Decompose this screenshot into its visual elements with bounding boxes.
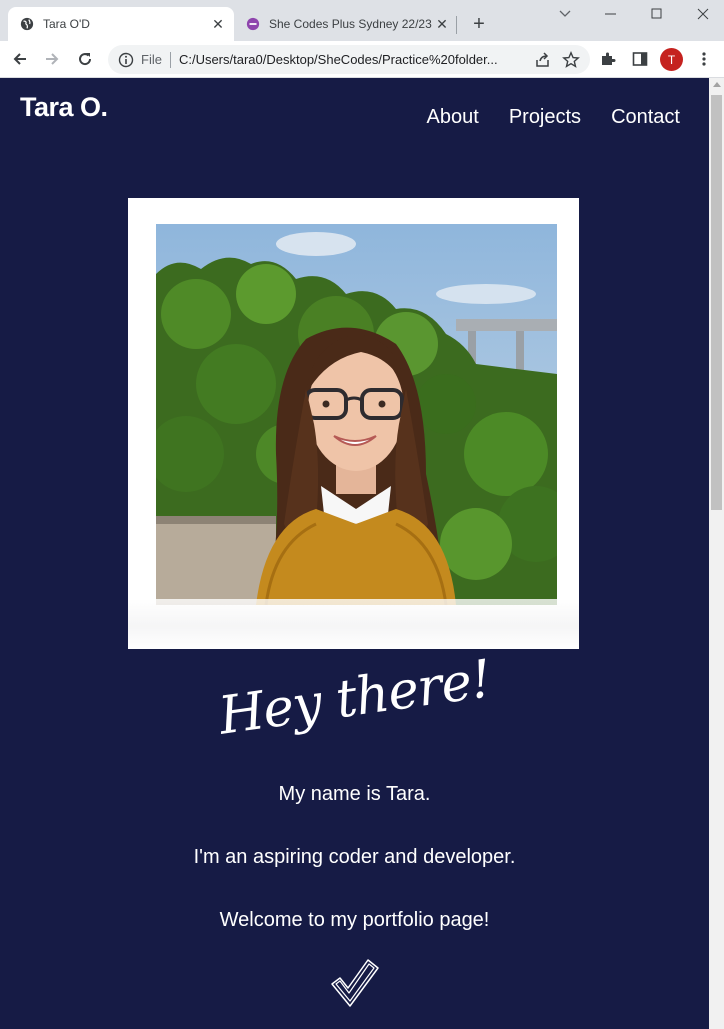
forward-button[interactable] — [38, 45, 66, 73]
tab-tara-od[interactable]: Tara O'D ✕ — [8, 7, 234, 41]
close-window-button[interactable] — [680, 0, 724, 28]
close-tab-icon[interactable]: ✕ — [434, 16, 450, 32]
minimize-button[interactable] — [588, 0, 634, 28]
tab-she-codes[interactable]: She Codes Plus Sydney 22/23 ✕ — [234, 7, 458, 41]
side-panel-button[interactable] — [626, 45, 654, 73]
more-vertical-icon — [702, 52, 706, 66]
reload-button[interactable] — [71, 45, 99, 73]
minimize-icon — [605, 13, 616, 15]
site-nav: About Projects Contact — [427, 106, 680, 129]
reload-icon — [79, 53, 92, 66]
info-icon[interactable] — [118, 52, 134, 68]
side-panel-icon — [632, 52, 648, 66]
tab-title: Tara O'D — [43, 17, 90, 31]
chevron-down-icon — [559, 10, 571, 17]
close-icon — [697, 8, 709, 20]
share-icon[interactable] — [534, 51, 552, 69]
scroll-up-arrow-icon[interactable] — [713, 82, 721, 87]
puzzle-icon — [602, 52, 616, 65]
maximize-button[interactable] — [634, 0, 680, 28]
close-tab-icon[interactable]: ✕ — [210, 16, 226, 32]
maximize-icon — [651, 8, 662, 19]
profile-avatar[interactable]: T — [660, 48, 683, 71]
bookmark-star-icon[interactable] — [562, 50, 580, 69]
back-button[interactable] — [6, 45, 34, 73]
shecodes-favicon-icon — [246, 17, 260, 31]
greeting-heading: Hey there! — [214, 649, 495, 747]
globe-icon — [20, 17, 34, 31]
address-bar[interactable]: File C:/Users/tara0/Desktop/SheCodes/Pra… — [108, 45, 590, 74]
tab-separator — [456, 16, 457, 34]
nav-link-contact[interactable]: Contact — [611, 106, 680, 129]
arrow-right-icon — [46, 53, 59, 65]
browser-menu-button[interactable] — [690, 45, 718, 73]
extensions-button[interactable] — [594, 45, 622, 73]
url-text[interactable]: C:/Users/tara0/Desktop/SheCodes/Practice… — [179, 52, 534, 67]
site-brand[interactable]: Tara O. — [20, 92, 108, 123]
scheme-label: File — [141, 52, 162, 67]
page-scrollbar[interactable] — [709, 78, 724, 1029]
address-divider — [169, 51, 171, 68]
intro-line-name: My name is Tara. — [278, 783, 431, 805]
intro-line-welcome: Welcome to my portfolio page! — [219, 909, 490, 931]
tab-title: She Codes Plus Sydney 22/23 — [269, 17, 432, 31]
nav-link-about[interactable]: About — [427, 106, 479, 129]
intro-line-role: I'm an aspiring coder and developer. — [193, 846, 516, 868]
tab-search-button[interactable] — [542, 0, 588, 28]
tab-strip: Tara O'D ✕ She Codes Plus Sydney 22/23 ✕… — [0, 0, 724, 41]
greeting-heading-wrap: Hey there! — [0, 649, 709, 747]
photo-frame — [128, 198, 579, 649]
checkmark-icon — [331, 959, 379, 1007]
browser-toolbar: File C:/Users/tara0/Desktop/SheCodes/Pra… — [0, 41, 724, 78]
profile-photo — [156, 224, 557, 605]
page-viewport: Tara O. About Projects Contact Hey there… — [0, 78, 709, 1029]
arrow-left-icon — [13, 53, 26, 65]
nav-link-projects[interactable]: Projects — [509, 106, 581, 129]
new-tab-button[interactable]: + — [468, 13, 490, 35]
scroll-thumb[interactable] — [711, 95, 722, 510]
portrait-illustration — [156, 224, 557, 605]
